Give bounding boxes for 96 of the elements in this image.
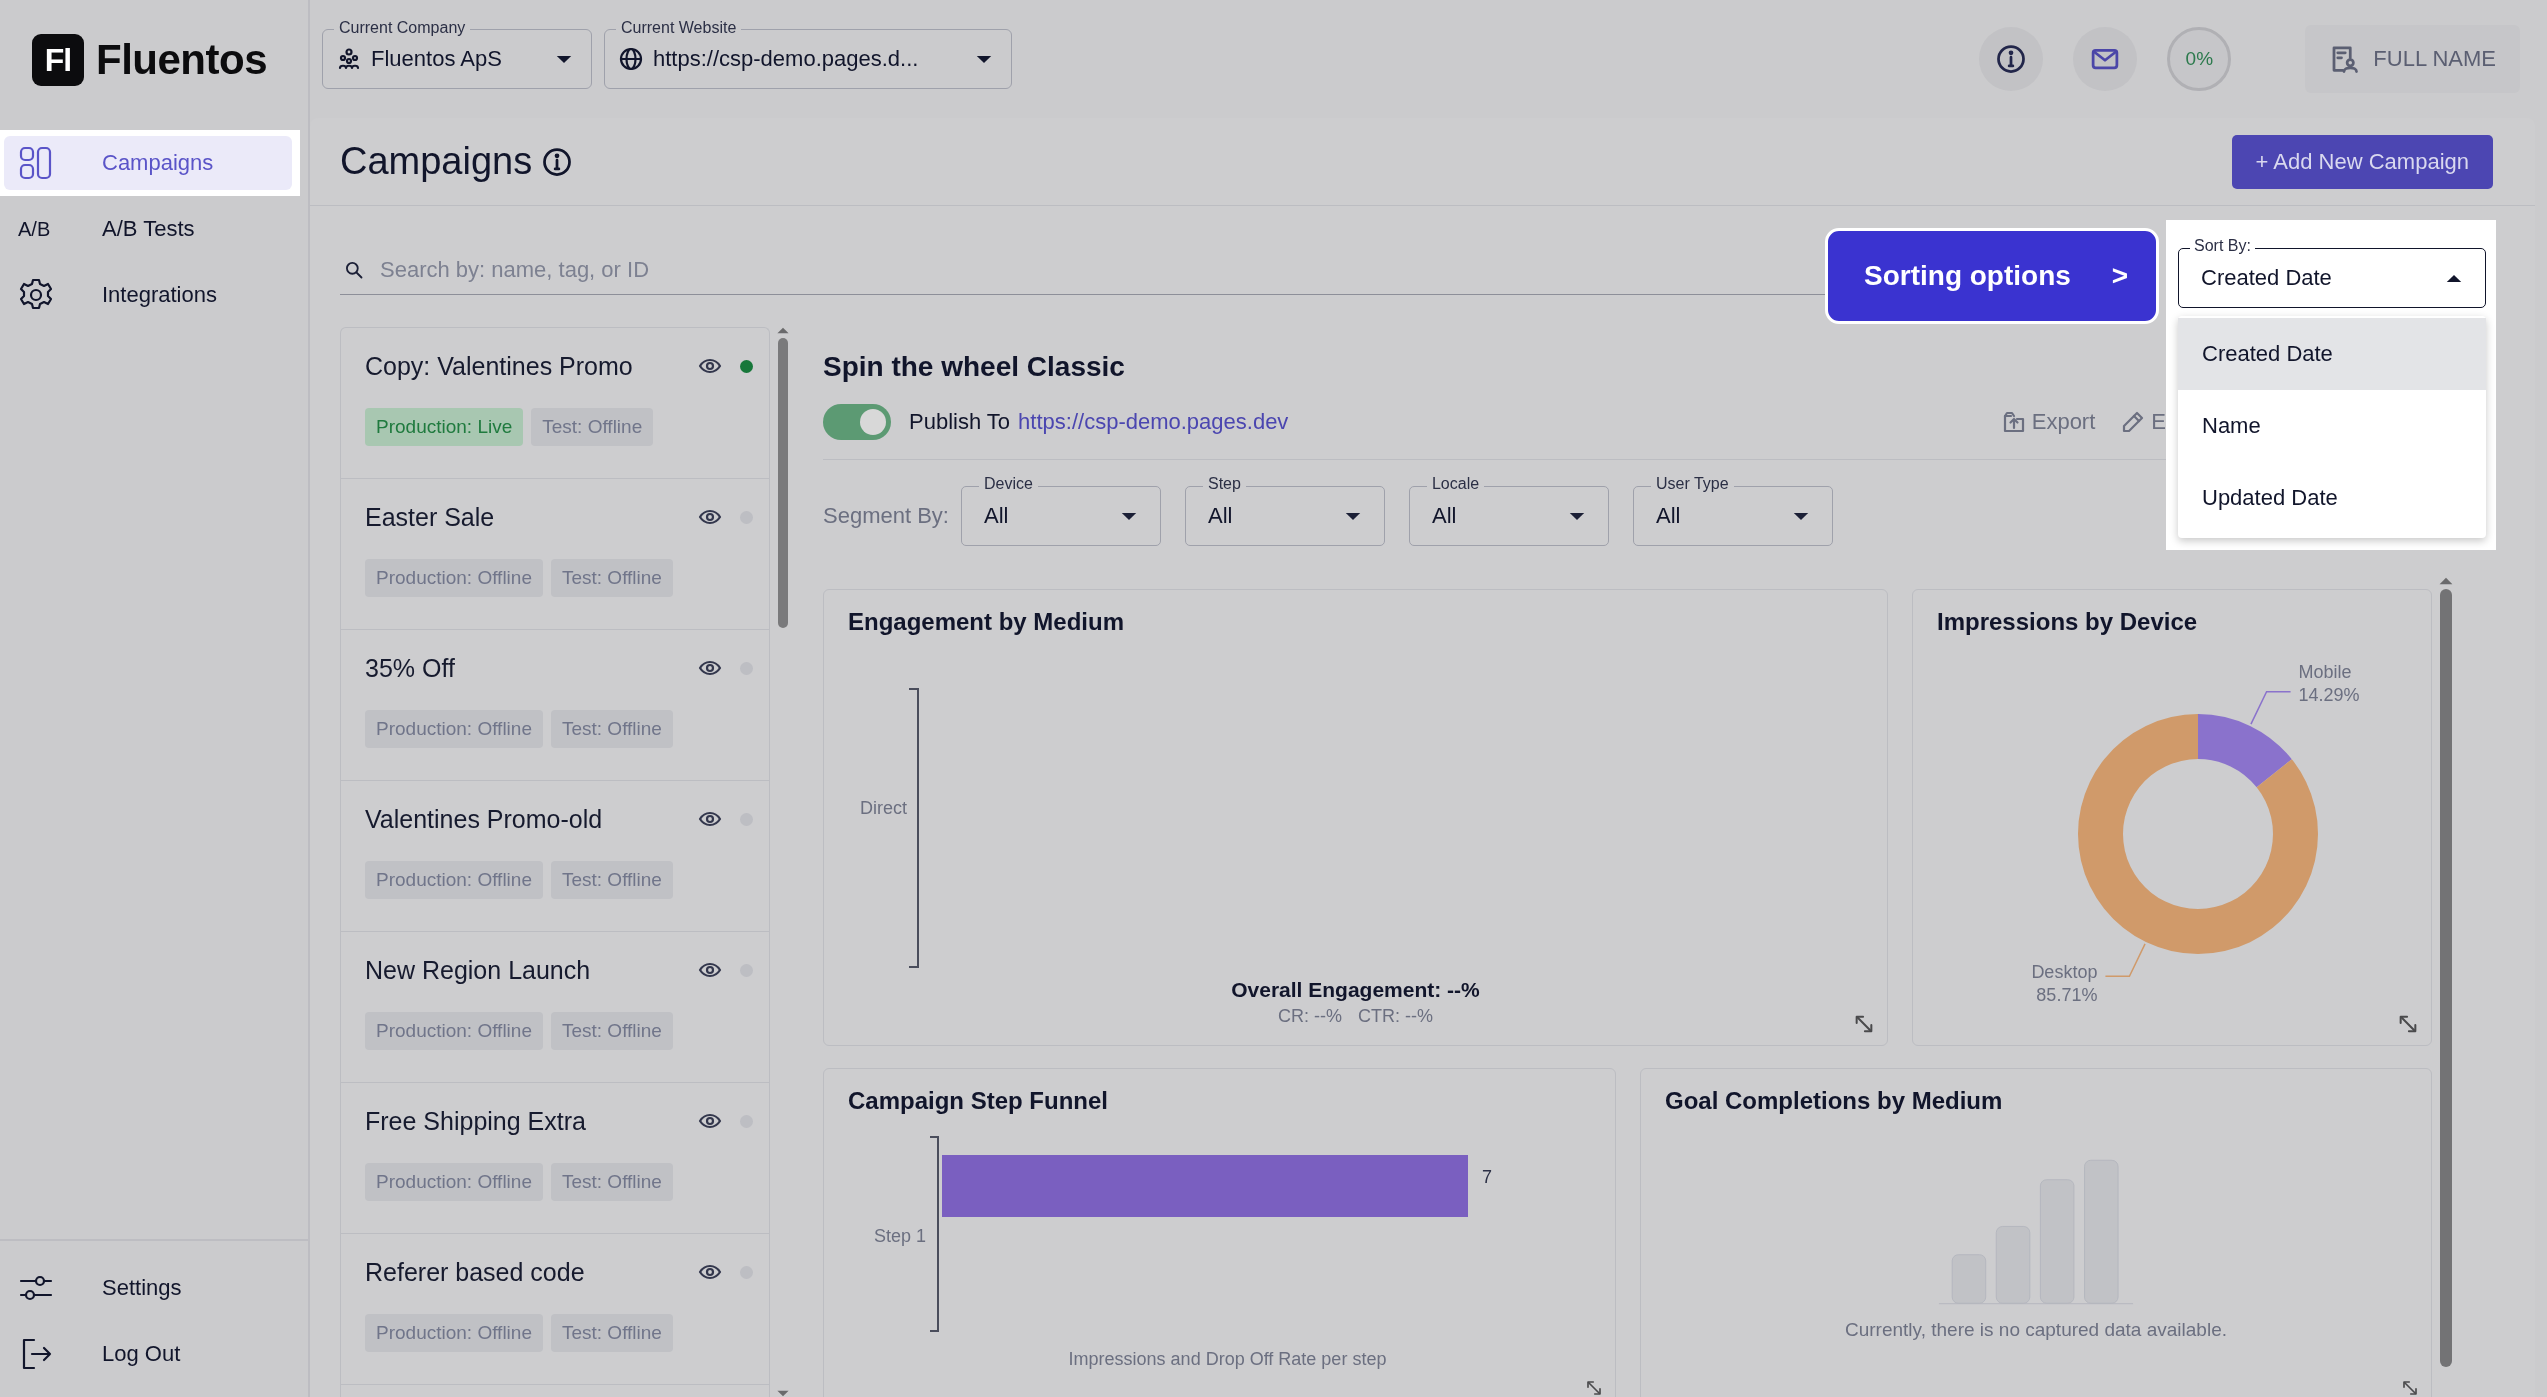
chart-title: Goal Completions by Medium bbox=[1665, 1087, 2004, 1115]
nav-item[interactable]: Settings bbox=[0, 1255, 308, 1321]
field-label: Current Company bbox=[334, 19, 471, 37]
value-label: 7 bbox=[1481, 1167, 1492, 1187]
publish-label: Publish To bbox=[909, 409, 1011, 435]
nav-item[interactable]: Campaigns bbox=[4, 136, 292, 190]
campaign-name: Copy: Valentines Promo bbox=[365, 351, 634, 381]
status-tag: Production: Offline bbox=[365, 861, 543, 899]
metric-text: CR: --% bbox=[1278, 1006, 1342, 1027]
leader-line bbox=[2104, 943, 2146, 978]
status-tag: Test: Offline bbox=[550, 559, 673, 597]
status-tag: Test: Offline bbox=[550, 710, 673, 748]
chart-title: Engagement by Medium bbox=[848, 608, 1126, 636]
menu-option[interactable]: Name bbox=[2178, 390, 2486, 462]
status-tag: Production: Offline bbox=[365, 710, 543, 748]
status-tag: Production: Offline bbox=[365, 1163, 543, 1201]
field-label: Step bbox=[1202, 475, 1246, 493]
empty-message: Currently, there is no captured data available. bbox=[1845, 1319, 2227, 1341]
campaign-item[interactable]: New Region Launch Production: Offline Test: Offline bbox=[341, 932, 769, 1083]
nav-item[interactable]: Integrations bbox=[4, 268, 292, 322]
campaign-item[interactable]: Easter Sale Production: Offline Test: Offline bbox=[341, 479, 769, 630]
caret-icon bbox=[1119, 511, 1138, 521]
tutorial-callout[interactable]: Sorting options > bbox=[1825, 228, 2159, 324]
caret-icon bbox=[1791, 511, 1810, 521]
publish-link[interactable]: https://csp-demo.pages.dev bbox=[1018, 409, 1289, 435]
nav-item[interactable]: A/B A/B Tests bbox=[4, 202, 292, 256]
value-label: 85.71% bbox=[2036, 985, 2098, 1006]
search-field[interactable]: Search by: name, tag, or ID bbox=[380, 256, 1825, 283]
expand-icon bbox=[2401, 1379, 2419, 1397]
scroll-up-icon bbox=[776, 327, 790, 334]
slice-label: Desktop bbox=[2031, 962, 2098, 983]
campaign-item[interactable]: Valentines Promo-old Production: Offline Test: Offline bbox=[341, 781, 769, 932]
campaign-name: New Region Launch bbox=[365, 955, 592, 985]
caret-icon bbox=[555, 54, 573, 64]
expand-icon bbox=[2397, 1013, 2419, 1035]
campaign-title: Spin the wheel Classic bbox=[823, 350, 1125, 384]
campaign-name: Referer based code bbox=[365, 1257, 586, 1287]
caret-icon bbox=[2445, 273, 2463, 283]
axis-title: Impressions and Drop Off Rate per step bbox=[1068, 1349, 1387, 1370]
menu-option[interactable]: Updated Date bbox=[2178, 462, 2486, 534]
nav-item[interactable]: Log Out bbox=[0, 1321, 308, 1387]
chart-title: Campaign Step Funnel bbox=[848, 1087, 1109, 1115]
campaign-name: Valentines Promo-old bbox=[365, 804, 604, 834]
field-label: Sort By: bbox=[2190, 237, 2255, 255]
user-button[interactable]: FULL NAME bbox=[2305, 25, 2520, 93]
status-tag: Test: Offline bbox=[531, 408, 654, 446]
field-label: User Type bbox=[1650, 475, 1734, 493]
campaign-item[interactable]: 35% Off Production: Offline Test: Offline bbox=[341, 630, 769, 781]
page-title: Campaigns bbox=[340, 140, 533, 183]
expand-icon bbox=[1585, 1379, 1603, 1397]
campaign-name: Easter Sale bbox=[365, 502, 496, 532]
campaign-item[interactable]: Referer based code Production: Offline Test: Offline bbox=[341, 1234, 769, 1385]
people-icon bbox=[337, 47, 361, 71]
menu-option[interactable]: Created Date bbox=[2178, 318, 2486, 390]
category-label: Step 1 bbox=[873, 1226, 926, 1246]
leader-line bbox=[2250, 690, 2292, 725]
campaign-item[interactable]: Free Shipping Extra Production: Offline Test: Offline bbox=[341, 1083, 769, 1234]
status-tag: Test: Offline bbox=[550, 1012, 673, 1050]
status-tag: Production: Live bbox=[365, 408, 524, 446]
info-icon bbox=[542, 146, 573, 177]
scrollbar-thumb[interactable] bbox=[2440, 589, 2452, 1367]
campaign-item[interactable]: Copy: Valentines Promo Production: Live Test: Offline bbox=[341, 328, 769, 479]
scroll-down-icon bbox=[776, 1390, 790, 1397]
segment-label: Segment By: bbox=[823, 503, 949, 529]
caret-icon bbox=[1567, 511, 1586, 521]
caret-icon bbox=[975, 54, 993, 64]
chart-title: Impressions by Device bbox=[1937, 608, 2199, 636]
export-icon bbox=[2001, 410, 2026, 434]
status-tag: Production: Offline bbox=[365, 1314, 543, 1352]
campaign-name: 35% Off bbox=[365, 653, 456, 683]
layout-icon bbox=[18, 145, 54, 181]
ab-icon: A/B bbox=[18, 217, 51, 241]
status-tag: Test: Offline bbox=[550, 1163, 673, 1201]
status-tag: Production: Offline bbox=[365, 559, 543, 597]
caret-icon bbox=[1343, 511, 1362, 521]
scroll-up-icon bbox=[2438, 577, 2454, 585]
globe-icon bbox=[619, 47, 643, 71]
axis-label: Direct bbox=[860, 798, 907, 819]
status-tag: Production: Offline bbox=[365, 1012, 543, 1050]
search-icon bbox=[344, 259, 364, 280]
scrollbar-thumb[interactable] bbox=[778, 338, 788, 628]
logo-name: Fluentos bbox=[96, 36, 267, 84]
status-tag: Test: Offline bbox=[550, 1314, 673, 1352]
metric-text: CTR: --% bbox=[1358, 1006, 1433, 1027]
status-tag: Test: Offline bbox=[550, 861, 673, 899]
publish-toggle[interactable] bbox=[823, 404, 891, 440]
slice-label: Mobile bbox=[2298, 661, 2352, 682]
pencil-icon bbox=[2121, 410, 2146, 434]
add-campaign-button[interactable]: + Add New Campaign bbox=[2231, 134, 2493, 189]
info-icon bbox=[1996, 44, 2027, 74]
value-label: 14.29% bbox=[2298, 684, 2360, 705]
overall-engagement: Overall Engagement: --% bbox=[1230, 978, 1481, 1002]
progress-indicator: 0% bbox=[2167, 27, 2232, 91]
campaign-name: Free Shipping Extra bbox=[365, 1106, 587, 1136]
expand-icon bbox=[1853, 1013, 1875, 1035]
logo-mark: Fl bbox=[32, 34, 84, 86]
